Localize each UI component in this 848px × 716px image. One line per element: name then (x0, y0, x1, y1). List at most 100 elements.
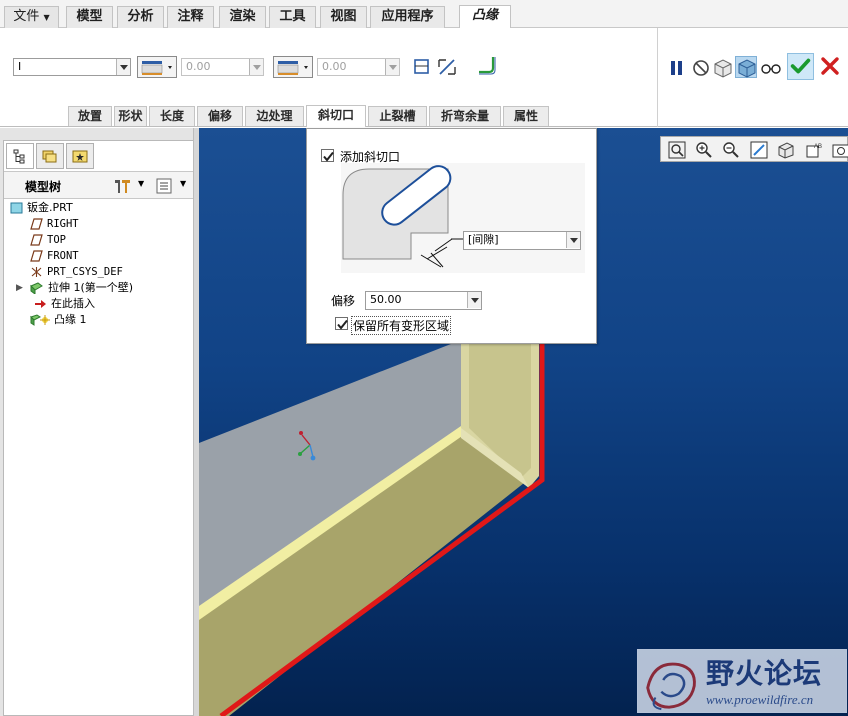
subtab-shape[interactable]: 形状 (114, 106, 147, 126)
glasses-icon[interactable] (760, 57, 782, 79)
model-tree-header: 模型树 ▼ ▼ (4, 171, 193, 199)
zoom-fit-icon[interactable] (667, 140, 687, 160)
csys-icon (31, 267, 42, 277)
subtab-length[interactable]: 长度 (149, 106, 195, 126)
chevron-down-icon (249, 59, 263, 75)
file-menu[interactable]: 文件 ▼ (4, 6, 59, 28)
tree-node-label: TOP (47, 234, 66, 246)
panel-tab-layers[interactable] (36, 143, 64, 169)
tree-icon (13, 149, 25, 164)
chevron-down-icon (385, 59, 399, 75)
subtab-edge-treatment[interactable]: 边处理 (245, 106, 304, 126)
datum-plane-icon (30, 250, 43, 262)
tree-node-label: RIGHT (47, 218, 79, 230)
chevron-down-icon (566, 232, 580, 248)
preview-mesh-icon[interactable] (712, 57, 734, 79)
chevron-down-icon[interactable]: ▼ (180, 179, 186, 188)
flip-direction-icon[interactable] (436, 56, 458, 78)
wildfire-logo-icon (646, 662, 696, 711)
folder-stack-icon (42, 150, 57, 163)
camera-icon[interactable] (831, 140, 848, 160)
subtab-miter-cut[interactable]: 斜切口 (306, 105, 366, 127)
tab-analysis[interactable]: 分析 (117, 6, 164, 28)
expand-arrow-icon[interactable]: ▶ (16, 280, 23, 296)
shape-select[interactable]: I (13, 58, 131, 76)
forum-watermark: 野火论坛 www.proewildfire.cn (637, 649, 847, 713)
zoom-in-icon[interactable] (694, 140, 714, 160)
length-type-2-icon[interactable] (273, 56, 313, 78)
flange-icon (30, 314, 50, 326)
subtab-relief[interactable]: 止裂槽 (368, 106, 427, 126)
file-menu-label: 文件 (13, 9, 40, 24)
tree-node-label: 拉伸 1(第一个壁) (48, 281, 134, 294)
datum-plane-icon (30, 234, 43, 246)
keep-deform-checkbox[interactable] (335, 317, 348, 330)
subtab-offset[interactable]: 偏移 (197, 106, 243, 126)
tree-node-label: FRONT (47, 250, 79, 262)
tree-node-label: 凸缘 1 (54, 313, 87, 326)
datum-plane-icon (30, 218, 43, 230)
part-icon (10, 202, 23, 214)
chevron-down-icon[interactable]: ▼ (138, 179, 144, 188)
ribbon-divider (657, 28, 658, 127)
chevron-down-icon (116, 59, 130, 75)
subtab-bend-allowance[interactable]: 折弯余量 (429, 106, 501, 126)
subtab-placement[interactable]: 放置 (68, 106, 112, 126)
panel-tab-model-tree[interactable] (6, 143, 34, 169)
checkmark-icon (337, 319, 348, 330)
flange-ribbon: I 0.00 0.00 放置 形状 长度 偏移 边处理 斜切口 止裂槽 折弯余量… (0, 28, 848, 127)
checkmark-icon (790, 58, 811, 74)
saved-views-icon[interactable]: AB (804, 140, 824, 160)
bend-radius-icon[interactable] (475, 54, 497, 76)
tab-model[interactable]: 模型 (66, 6, 113, 28)
tab-applications[interactable]: 应用程序 (370, 6, 445, 28)
tab-tools[interactable]: 工具 (269, 6, 316, 28)
panel-tab-favorites[interactable] (66, 143, 94, 169)
model-tree-title: 模型树 (25, 180, 62, 194)
tab-annotate[interactable]: 注释 (167, 6, 214, 28)
length-value-1-input[interactable]: 0.00 (181, 58, 264, 76)
display-style-icon[interactable] (776, 140, 796, 160)
tab-flange[interactable]: 凸缘 (459, 5, 511, 28)
tree-node-label: PRT_CSYS_DEF (47, 266, 123, 278)
menu-bar: 文件 ▼ 模型 分析 注释 渲染 工具 视图 应用程序 凸缘 (0, 0, 848, 28)
chevron-down-icon (467, 292, 481, 308)
offset-input[interactable]: 50.00 (365, 291, 482, 310)
length-type-1-icon[interactable] (137, 56, 177, 78)
gap-select[interactable]: [间隙] (463, 231, 581, 250)
miter-slot-illustration-icon (342, 165, 467, 268)
miter-cut-diagram (341, 163, 585, 273)
keep-deform-label: 保留所有变形区域 (351, 316, 452, 335)
show-filter-icon[interactable] (155, 177, 173, 195)
chevron-down-icon: ▼ (43, 13, 50, 22)
watermark-url: www.proewildfire.cn (706, 692, 814, 707)
insert-here-arrow-icon (35, 300, 46, 308)
close-icon (821, 57, 839, 75)
no-preview-icon[interactable] (690, 57, 712, 79)
add-miter-checkbox[interactable] (321, 149, 334, 162)
flip-side-icon[interactable] (411, 56, 433, 78)
offset-value: 50.00 (370, 293, 402, 306)
length-value-2-input[interactable]: 0.00 (317, 58, 400, 76)
preview-shaded-icon[interactable] (735, 56, 757, 78)
view-toolbar: AB (660, 136, 848, 162)
tree-node-label: 钣金.PRT (27, 201, 73, 214)
offset-label: 偏移 (331, 294, 356, 308)
tree-settings-icon[interactable] (112, 177, 134, 195)
miter-cut-panel: 添加斜切口 [间隙] 偏移 50.00 保留所有变形区域 (306, 128, 597, 344)
tree-node-label: 在此插入 (51, 297, 95, 310)
subtab-properties[interactable]: 属性 (503, 106, 549, 126)
svg-text:AB: AB (814, 144, 822, 150)
cancel-button[interactable] (818, 54, 842, 78)
shape-select-value: I (18, 60, 22, 73)
ok-button[interactable] (787, 53, 814, 80)
pause-icon[interactable] (666, 57, 688, 79)
watermark-title: 野火论坛 (706, 657, 823, 690)
model-tree-panel: 模型树 ▼ ▼ 钣金.PRT RIGHT TOP FRONT PRT_CSYS_… (3, 140, 194, 716)
zoom-out-icon[interactable] (721, 140, 741, 160)
checkmark-icon (323, 151, 334, 162)
tab-render[interactable]: 渲染 (219, 6, 266, 28)
tab-view[interactable]: 视图 (320, 6, 367, 28)
repaint-icon[interactable] (749, 140, 769, 160)
star-folder-icon (72, 150, 88, 163)
